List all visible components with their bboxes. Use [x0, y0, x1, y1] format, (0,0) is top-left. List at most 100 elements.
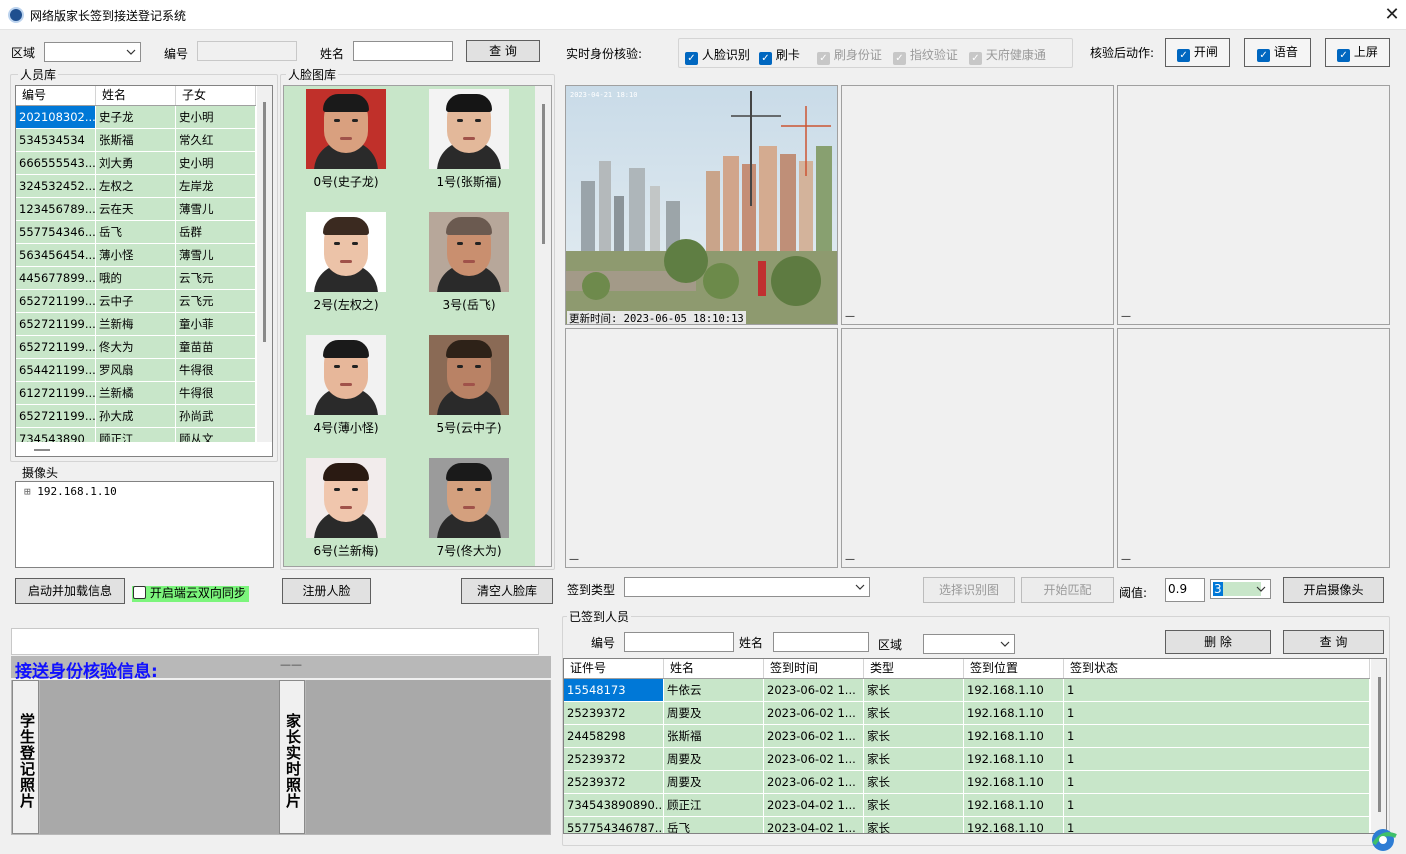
threshold-select-value: 3 — [1213, 582, 1223, 596]
table-row[interactable]: 24458298 张斯福 2023-06-02 1... 家长 192.168.1.10… — [564, 725, 1370, 748]
face-gallery[interactable]: 0号(史子龙) 1号(张斯福) 2号(左权之) 3号(岳飞) 4号(薄小怪) 5号(云中子… — [283, 85, 552, 567]
face-card[interactable]: 7号(佟大为) — [414, 458, 524, 559]
camera-view-5[interactable]: — — [841, 328, 1114, 568]
signed-scrollbar[interactable] — [1371, 659, 1386, 833]
query-button[interactable]: 查 询 — [466, 40, 540, 62]
chevron-down-icon — [1000, 641, 1010, 647]
voice-toggle[interactable]: ✓ 语音 — [1244, 38, 1311, 67]
table-row[interactable]: 652721199... 兰新梅 童小菲 — [16, 313, 256, 336]
fingerprint-checkbox[interactable]: ✓ 指纹验证 — [893, 46, 958, 65]
start-match-button[interactable]: 开始匹配 — [1021, 577, 1114, 603]
scroll-thumb[interactable] — [263, 102, 266, 342]
threshold-input[interactable]: 0.9 — [1165, 578, 1205, 602]
table-row[interactable]: 15548173 牛依云 2023-06-02 1... 家长 192.168.1.10… — [564, 679, 1370, 702]
table-row[interactable]: 557754346... 岳飞 岳群 — [16, 221, 256, 244]
table-row[interactable]: 25239372 周要及 2023-06-02 1... 家长 192.168.1.10… — [564, 702, 1370, 725]
face-recognition-checkbox[interactable]: ✓ 人脸识别 — [685, 46, 750, 65]
table-cell: 牛依云 — [664, 679, 764, 701]
scroll-thumb[interactable] — [1378, 677, 1381, 812]
table-cell: 15548173 — [564, 679, 664, 701]
area-select[interactable] — [44, 42, 141, 62]
camera-node[interactable]: ⊞ 192.168.1.10 — [24, 485, 117, 498]
face-card[interactable]: 0号(史子龙) — [291, 89, 401, 190]
expand-icon[interactable]: ⊞ — [24, 485, 31, 498]
face-card[interactable]: 4号(薄小怪) — [291, 335, 401, 436]
table-row[interactable]: 734543890 顾正江 顾从文 — [16, 428, 256, 442]
id-input[interactable] — [197, 41, 297, 61]
id-card-checkbox[interactable]: ✓ 刷身份证 — [817, 46, 882, 65]
table-row[interactable]: 123456789... 云在天 薄雪儿 — [16, 198, 256, 221]
table-row[interactable]: 557754346787... 岳飞 2023-04-02 1... 家长 192.16… — [564, 817, 1370, 833]
table-row[interactable]: 652721199... 云中子 云飞元 — [16, 290, 256, 313]
face-card[interactable]: 6号(兰新梅) — [291, 458, 401, 559]
health-pass-checkbox[interactable]: ✓ 天府健康通 — [969, 46, 1046, 65]
table-cell: 史小明 — [176, 152, 256, 174]
person-table[interactable]: 编号 姓名 子女 202108302... 史子龙 史小明 534534534 张斯福常… — [15, 85, 273, 457]
signed-table[interactable]: 证件号 姓名 签到时间 类型 签到位置 签到状态 15548173 牛依云 2023… — [563, 658, 1387, 834]
camera-view-1[interactable]: 2023-04-21 18:10 更新时间: 2023-06-05 18:10:… — [565, 85, 838, 325]
table-cell: 兰新梅 — [96, 313, 176, 335]
show-screen-toggle[interactable]: ✓ 上屏 — [1325, 38, 1390, 67]
face-card[interactable]: 2号(左权之) — [291, 212, 401, 313]
col-child[interactable]: 子女 — [176, 86, 256, 105]
signed-query-button[interactable]: 查 询 — [1283, 630, 1384, 654]
delete-button[interactable]: 删 除 — [1165, 630, 1271, 654]
face-card[interactable]: 1号(张斯福) — [414, 89, 524, 190]
col-name[interactable]: 姓名 — [664, 659, 764, 678]
face-card[interactable]: 5号(云中子) — [414, 335, 524, 436]
table-row[interactable]: 666555543... 刘大勇 史小明 — [16, 152, 256, 175]
clear-face-library-button[interactable]: 清空人脸库 — [461, 578, 553, 604]
face-card[interactable]: 3号(岳飞) — [414, 212, 524, 313]
camera-view-4[interactable]: — — [565, 328, 838, 568]
table-row[interactable]: 534534534 张斯福 常久红 — [16, 129, 256, 152]
camera-view-6[interactable]: — — [1117, 328, 1390, 568]
camera-view-2[interactable]: — — [841, 85, 1114, 325]
table-row[interactable]: 202108302... 史子龙 史小明 — [16, 106, 256, 129]
col-type[interactable]: 类型 — [864, 659, 964, 678]
table-row[interactable]: 652721199... 孙大成 孙尚武 — [16, 405, 256, 428]
close-icon[interactable]: ✕ — [1380, 3, 1404, 27]
table-row[interactable]: 654421199... 罗风扇 牛得很 — [16, 359, 256, 382]
signed-id-input[interactable] — [624, 632, 734, 652]
table-cell: 张斯福 — [96, 129, 176, 151]
person-scrollbar[interactable] — [257, 86, 272, 442]
table-cell: 2023-06-02 1... — [764, 771, 864, 793]
checkin-type-select[interactable] — [624, 577, 870, 597]
camera-dash: — — [1121, 311, 1131, 322]
select-image-button[interactable]: 选择识别图 — [923, 577, 1015, 603]
card-swipe-checkbox[interactable]: ✓ 刷卡 — [759, 46, 800, 65]
table-cell: 孙尚武 — [176, 405, 256, 427]
table-row[interactable]: 652721199... 佟大为 童苗苗 — [16, 336, 256, 359]
signed-name-input[interactable] — [773, 632, 869, 652]
signed-area-select[interactable] — [923, 634, 1015, 654]
table-cell: 周要及 — [664, 702, 764, 724]
face-photo — [429, 212, 509, 292]
table-row[interactable]: 734543890890... 顾正江 2023-04-02 1... 家长 192.1… — [564, 794, 1370, 817]
face-scrollbar[interactable] — [535, 86, 551, 566]
col-sign-time[interactable]: 签到时间 — [764, 659, 864, 678]
table-row[interactable]: 25239372 周要及 2023-06-02 1... 家长 192.168.1.10… — [564, 748, 1370, 771]
threshold-select[interactable]: 3 — [1210, 579, 1271, 599]
col-location[interactable]: 签到位置 — [964, 659, 1064, 678]
camera-view-3[interactable]: — — [1117, 85, 1390, 325]
col-status[interactable]: 签到状态 — [1064, 659, 1370, 678]
table-row[interactable]: 612721199... 兰新橘 牛得很 — [16, 382, 256, 405]
register-face-button[interactable]: 注册人脸 — [282, 578, 371, 604]
camera-tree[interactable]: ⊞ 192.168.1.10 — [15, 481, 274, 568]
col-cert-no[interactable]: 证件号 — [564, 659, 664, 678]
table-cell: 顾正江 — [664, 794, 764, 816]
table-row[interactable]: 563456454... 薄小怪 薄雪儿 — [16, 244, 256, 267]
col-id[interactable]: 编号 — [16, 86, 96, 105]
table-row[interactable]: 445677899... 哦的 云飞元 — [16, 267, 256, 290]
scroll-thumb[interactable] — [542, 104, 545, 244]
table-row[interactable]: 25239372 周要及 2023-06-02 1... 家长 192.168.1.10… — [564, 771, 1370, 794]
h-scroll-thumb[interactable] — [34, 449, 50, 451]
name-input[interactable] — [353, 41, 453, 61]
col-name[interactable]: 姓名 — [96, 86, 176, 105]
face-label: 7号(佟大为) — [436, 544, 502, 558]
open-gate-toggle[interactable]: ✓ 开闸 — [1165, 38, 1230, 67]
table-row[interactable]: 324532452... 左权之 左岸龙 — [16, 175, 256, 198]
load-info-button[interactable]: 启动并加载信息 — [15, 578, 125, 604]
cloud-sync-checkbox[interactable]: 开启端云双向同步 — [132, 586, 249, 602]
open-camera-button[interactable]: 开启摄像头 — [1283, 577, 1384, 603]
